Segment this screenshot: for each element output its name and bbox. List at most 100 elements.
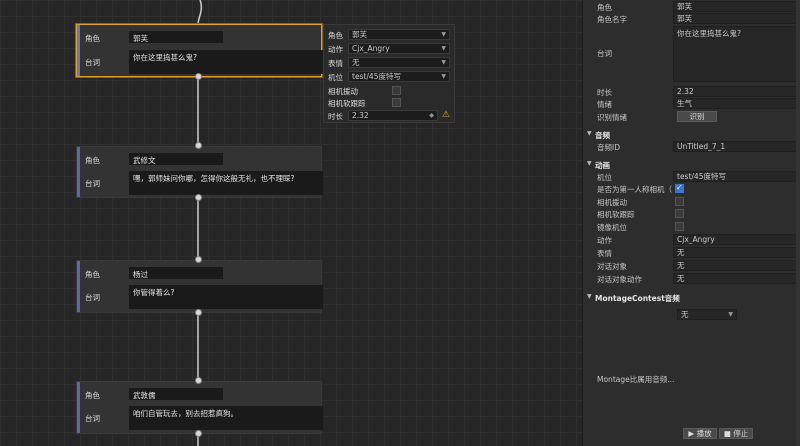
montage-section-header[interactable]: ▼ MontageContest音频 xyxy=(583,292,800,304)
insp-target-action-field[interactable]: 无 xyxy=(673,273,800,284)
insp-action-label: 动作 xyxy=(597,236,612,245)
insp-emotion-label: 情绪 xyxy=(597,100,612,109)
node-accent-bar xyxy=(77,382,80,433)
dialogue-node[interactable]: 角色 郭芙 台词 你在这里捣甚么鬼? xyxy=(76,24,323,77)
role-label: 角色 xyxy=(85,391,100,400)
line-label: 台词 xyxy=(85,58,100,67)
recognize-emotion-button[interactable]: 识别 xyxy=(677,111,717,122)
insp-role-field[interactable]: 郭芙 xyxy=(673,1,800,12)
insp-cam-shake-label: 相机援动 xyxy=(597,198,627,207)
stop-button-label: 停止 xyxy=(733,429,749,438)
collapse-triangle-icon: ▼ xyxy=(587,160,592,167)
role-label: 角色 xyxy=(85,156,100,165)
audio-section-title: 音频 xyxy=(595,131,610,140)
popup-expr-select[interactable]: 无 ▼ xyxy=(348,57,450,68)
role-label: 角色 xyxy=(85,270,100,279)
chevron-down-icon: ▼ xyxy=(728,311,733,318)
insp-line-label: 台词 xyxy=(597,49,612,58)
popup-action-label: 动作 xyxy=(328,45,343,54)
insp-expr-field[interactable]: 无 xyxy=(673,247,800,258)
inspector-panel: 角色 郭芙 角色名字 郭芙 台词 你在这里捣甚么鬼? 时长 2.32 情绪 生气… xyxy=(582,0,800,446)
output-pin[interactable] xyxy=(195,194,202,201)
insp-cam-field[interactable]: test/45度特写 xyxy=(673,171,800,182)
popup-role-label: 角色 xyxy=(328,31,343,40)
line-field[interactable]: 咱们自管玩去，别去招惹疯狗。 xyxy=(129,406,323,430)
chevron-down-icon: ▼ xyxy=(441,31,446,38)
lens-checkbox[interactable] xyxy=(675,222,684,231)
play-button-label: 播放 xyxy=(696,429,712,438)
role-field[interactable]: 武修文 xyxy=(129,153,223,165)
collapse-triangle-icon: ▼ xyxy=(587,293,592,300)
chevron-down-icon: ▼ xyxy=(441,45,446,52)
role-field[interactable]: 武敦儒 xyxy=(129,388,223,400)
spinner-icon: ◆ xyxy=(429,112,434,119)
popup-duration-label: 时长 xyxy=(328,112,343,121)
popup-duration-input[interactable]: 2.32 ◆ xyxy=(348,110,438,121)
first-person-checkbox[interactable] xyxy=(675,183,684,193)
insp-role-name-field[interactable]: 郭芙 xyxy=(673,13,800,24)
insp-cam-soft-label: 相机软跟踪 xyxy=(597,210,635,219)
insp-expr-label: 表情 xyxy=(597,249,612,258)
anim-section-title: 动画 xyxy=(595,161,610,170)
node-quick-edit-popup: 角色 郭芙 ▼ 动作 Cjx_Angry ▼ 表情 无 ▼ 机位 test/45度特写… xyxy=(323,24,455,123)
chevron-down-icon: ▼ xyxy=(441,59,446,66)
popup-cam-shake-checkbox[interactable] xyxy=(392,86,401,95)
role-label: 角色 xyxy=(85,34,100,43)
dialogue-graph-canvas[interactable]: 角色 郭芙 台词 你在这里捣甚么鬼? 角色 武修文 台词 嘿，郭师妹问你哪，怎得… xyxy=(0,0,582,446)
popup-cam-select[interactable]: test/45度特写 ▼ xyxy=(348,71,450,82)
line-label: 台词 xyxy=(85,414,100,423)
output-pin[interactable] xyxy=(195,430,202,437)
node-accent-bar xyxy=(77,261,80,312)
play-icon: ▶ xyxy=(688,429,695,438)
cam-shake-checkbox[interactable] xyxy=(675,197,684,206)
popup-role-value: 郭芙 xyxy=(352,30,367,39)
dialogue-node[interactable]: 角色 武修文 台词 嘿，郭师妹问你哪，怎得你这般无礼，也不理睬? xyxy=(76,146,323,198)
warning-icon: ⚠ xyxy=(441,110,450,120)
output-pin[interactable] xyxy=(195,309,202,316)
insp-audio-id-field[interactable]: UnTitled_7_1 xyxy=(673,141,800,152)
insp-target-label: 对话对象 xyxy=(597,262,627,271)
stop-button[interactable]: ■ 停止 xyxy=(719,428,753,439)
dialogue-node[interactable]: 角色 武敦儒 台词 咱们自管玩去，别去招惹疯狗。 xyxy=(76,381,323,434)
collapse-triangle-icon: ▼ xyxy=(587,130,592,137)
popup-action-select[interactable]: Cjx_Angry ▼ xyxy=(348,43,450,54)
anim-section-header[interactable]: ▼ 动画 xyxy=(583,159,800,171)
node-accent-bar xyxy=(77,147,80,197)
insp-cam-label: 机位 xyxy=(597,173,612,182)
insp-duration-input[interactable]: 2.32 xyxy=(673,86,800,97)
insp-first-person-label: 是否为第一人称相机（ xyxy=(597,185,672,194)
popup-cam-soft-label: 相机软跟踪 xyxy=(328,99,366,108)
popup-cam-label: 机位 xyxy=(328,73,343,82)
insp-duration-label: 时长 xyxy=(597,88,612,97)
input-pin[interactable] xyxy=(195,256,202,263)
insp-action-field[interactable]: Cjx_Angry xyxy=(673,234,800,245)
chevron-down-icon: ▼ xyxy=(441,73,446,80)
popup-action-value: Cjx_Angry xyxy=(352,44,390,53)
role-field[interactable]: 杨过 xyxy=(129,267,223,279)
role-field[interactable]: 郭芙 xyxy=(129,31,223,43)
popup-role-select[interactable]: 郭芙 ▼ xyxy=(348,29,450,40)
montage-select[interactable]: 无 ▼ xyxy=(677,309,737,320)
popup-duration-value: 2.32 xyxy=(352,111,369,120)
input-pin[interactable] xyxy=(195,377,202,384)
montage-select-value: 无 xyxy=(681,310,689,319)
insp-line-textarea[interactable]: 你在这里捣甚么鬼? xyxy=(673,26,800,82)
inspector-scrollbar[interactable] xyxy=(796,0,800,446)
cam-soft-checkbox[interactable] xyxy=(675,209,684,218)
input-pin[interactable] xyxy=(195,142,202,149)
play-button[interactable]: ▶ 播放 xyxy=(683,428,717,439)
popup-cam-shake-label: 相机援动 xyxy=(328,87,358,96)
line-field[interactable]: 嘿，郭师妹问你哪，怎得你这般无礼，也不理睬? xyxy=(129,171,323,195)
montage-ratio-label: Montage比属用音频... xyxy=(597,375,675,384)
insp-target-field[interactable]: 无 xyxy=(673,260,800,271)
montage-section-title: MontageContest音频 xyxy=(595,294,680,303)
audio-section-header[interactable]: ▼ 音频 xyxy=(583,129,800,141)
dialogue-node[interactable]: 角色 杨过 台词 你管得着么? xyxy=(76,260,323,313)
popup-expr-value: 无 xyxy=(352,58,360,67)
line-field[interactable]: 你在这里捣甚么鬼? xyxy=(129,50,323,74)
line-field[interactable]: 你管得着么? xyxy=(129,285,323,309)
line-label: 台词 xyxy=(85,293,100,302)
insp-emotion-field[interactable]: 生气 xyxy=(673,98,800,109)
output-pin[interactable] xyxy=(195,73,202,80)
popup-cam-soft-checkbox[interactable] xyxy=(392,98,401,107)
